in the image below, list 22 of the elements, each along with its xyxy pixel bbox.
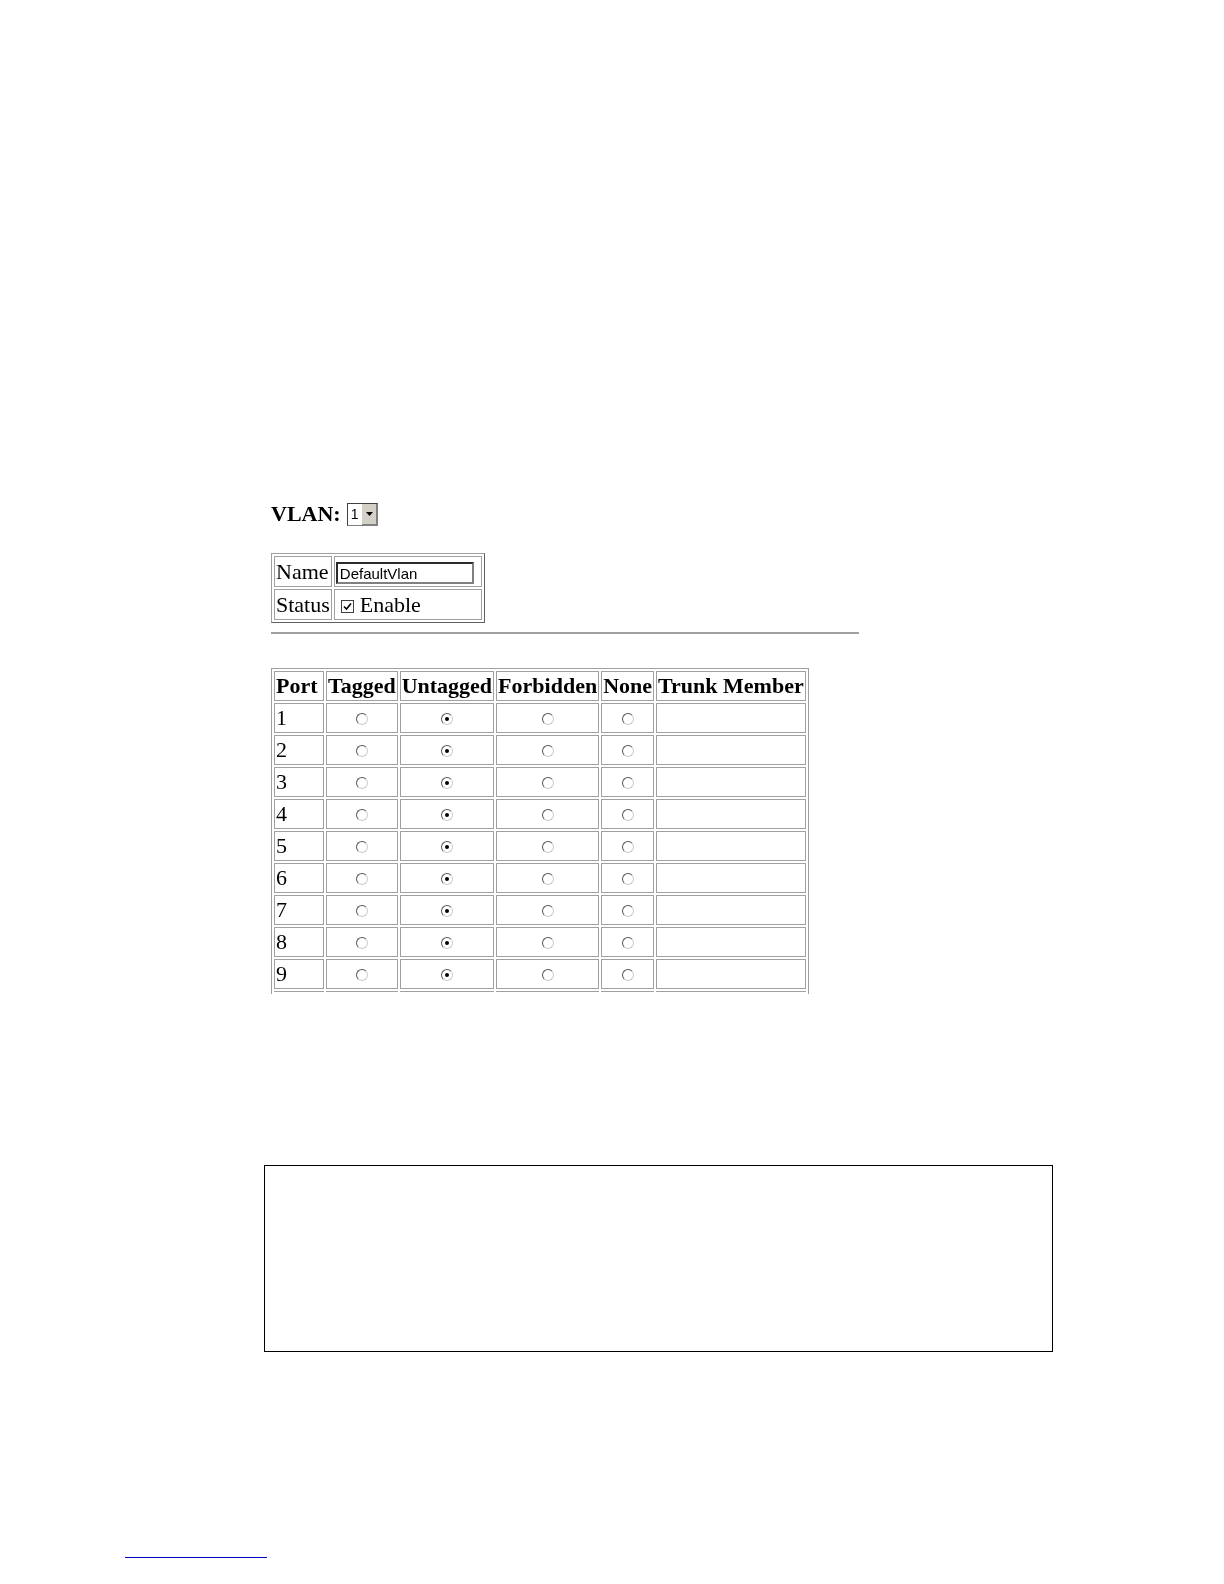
- column-header: Trunk Member: [656, 671, 806, 701]
- port-number: 2: [274, 735, 324, 765]
- name-input-field[interactable]: DefaultVlan: [335, 562, 474, 584]
- port-number: 9: [274, 959, 324, 989]
- port-number: 6: [274, 863, 324, 893]
- column-header: Tagged: [326, 671, 398, 701]
- port-number: 3: [274, 767, 324, 797]
- status-label: Status: [274, 589, 332, 620]
- port-number: 7: [274, 895, 324, 925]
- vlan-dropdown[interactable]: 1: [346, 502, 379, 526]
- port-number: 4: [274, 799, 324, 829]
- column-header: Port: [274, 671, 324, 701]
- column-header: None: [601, 671, 655, 701]
- port-number: 8: [274, 927, 324, 957]
- enable-checkbox[interactable]: [340, 599, 354, 613]
- port-number: 5: [274, 831, 324, 861]
- name-label: Name: [274, 556, 332, 587]
- enable-label: Enable: [359, 591, 421, 617]
- vlan-label: VLAN:: [271, 501, 341, 527]
- column-header: Forbidden: [496, 671, 600, 701]
- column-header: Untagged: [399, 671, 495, 701]
- port-number: 1: [274, 703, 324, 733]
